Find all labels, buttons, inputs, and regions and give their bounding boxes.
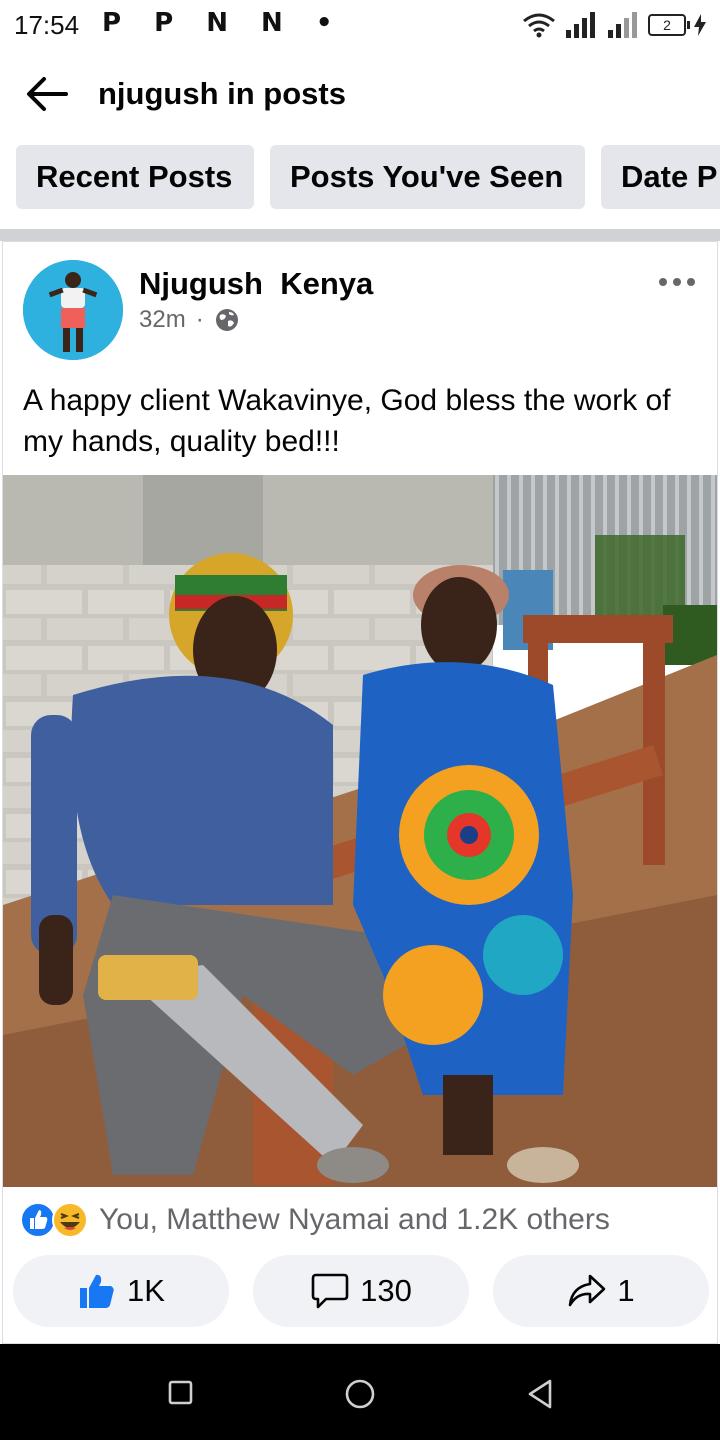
share-count: 1 [617,1273,635,1308]
recents-icon[interactable] [168,1380,194,1406]
post-meta: 32m · [139,306,240,334]
battery-icon: 2 [648,14,690,36]
notification-icons: P P N N • [102,8,345,38]
chip-date-posted[interactable]: Date P [601,145,720,209]
avatar[interactable] [23,260,123,360]
status-icons: 2 [522,10,706,40]
signal-icon-2 [608,12,637,38]
status-time: 17:54 [14,10,80,40]
post-actions: 1K 130 1 [13,1255,709,1327]
share-button[interactable]: 1 [493,1255,709,1327]
chip-recent-posts[interactable]: Recent Posts [16,145,254,209]
signal-icon [566,12,595,38]
arrow-left-icon [27,77,68,111]
share-icon [569,1274,606,1307]
meta-separator: · [195,306,204,333]
status-bar: 17:54 P P N N • 2 [0,0,720,50]
back-button[interactable] [22,70,74,118]
post-author[interactable]: Njugush Kenya [139,266,373,302]
search-query-title[interactable]: njugush in posts [98,76,346,112]
reaction-summary-text: You, Matthew Nyamai and 1.2K others [99,1203,610,1236]
post-card: Njugush Kenya 32m · A happy client Wakav… [2,241,718,1344]
more-dots-icon [659,278,695,286]
reaction-summary[interactable]: You, Matthew Nyamai and 1.2K others [19,1200,610,1240]
home-icon[interactable] [344,1378,376,1410]
thumbs-up-icon [80,1274,114,1308]
post-photo[interactable] [3,475,717,1187]
section-divider [0,229,720,241]
post-time[interactable]: 32m [139,306,186,334]
filter-chips: Recent Posts Posts You've Seen Date P [0,145,720,209]
post-text: A happy client Wakavinye, God bless the … [23,384,671,458]
charging-icon [694,14,706,36]
system-nav-bar [0,1344,720,1440]
comment-icon [311,1273,349,1309]
photo-illustration [3,475,717,1187]
search-header: njugush in posts [0,58,720,130]
comment-button[interactable]: 130 [253,1255,469,1327]
chip-posts-youve-seen[interactable]: Posts You've Seen [270,145,585,209]
avatar-image [23,260,123,360]
back-nav-icon[interactable] [526,1378,554,1410]
comment-count: 130 [360,1273,412,1308]
wifi-icon [523,13,555,38]
battery-level: 2 [663,17,671,33]
like-count: 1K [127,1273,165,1308]
haha-reaction-icon [52,1202,88,1238]
like-button[interactable]: 1K [13,1255,229,1327]
more-options-button[interactable] [657,272,697,292]
globe-icon [215,309,238,331]
